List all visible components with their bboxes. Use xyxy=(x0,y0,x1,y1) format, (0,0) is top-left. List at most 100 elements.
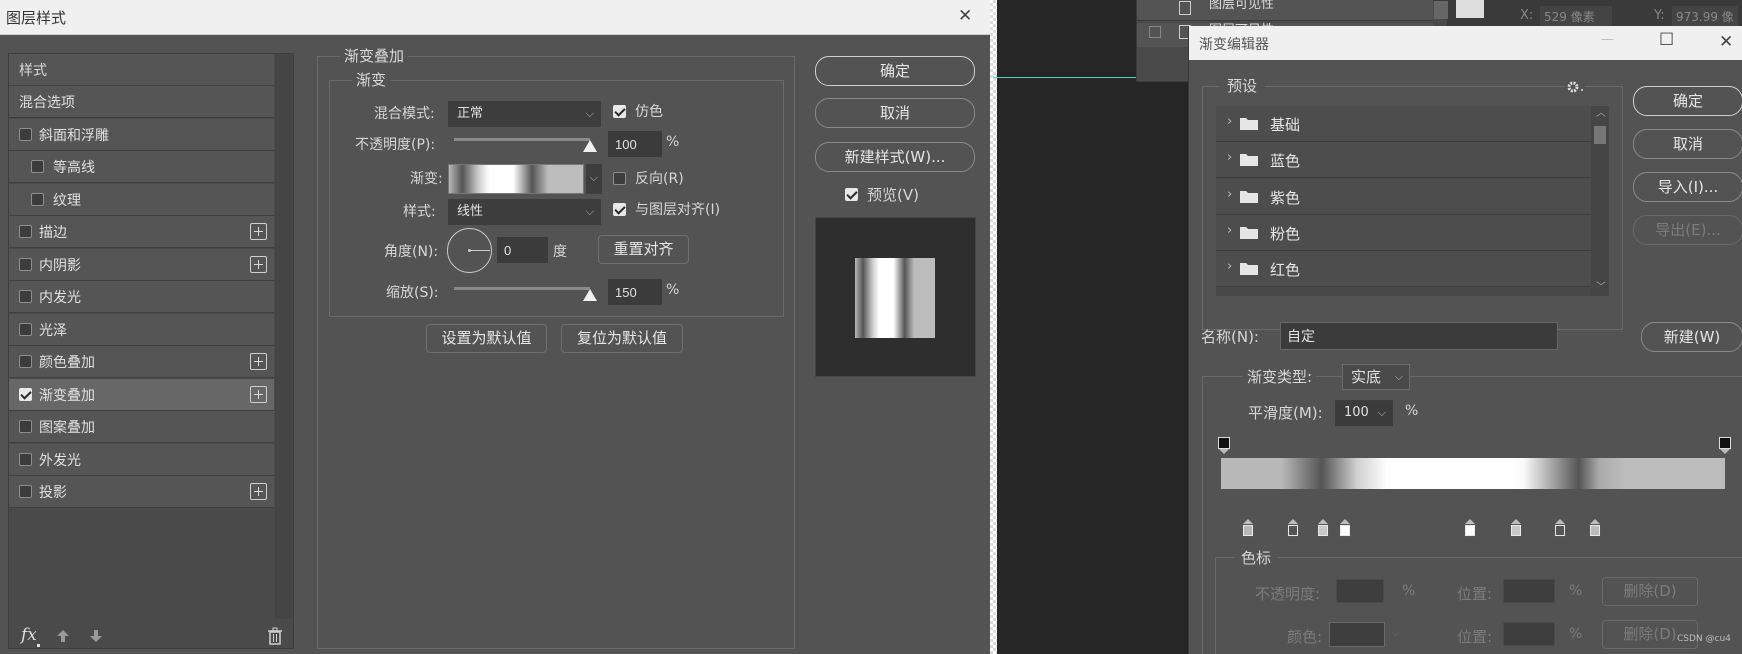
gradient-editor-titlebar[interactable]: 渐变编辑器 — ☐ ✕ xyxy=(1189,26,1742,60)
sidebar-item[interactable]: 光泽 xyxy=(9,313,274,346)
maximize-icon[interactable]: ☐ xyxy=(1659,30,1674,50)
color-stop[interactable] xyxy=(1554,519,1566,538)
scale-slider-track[interactable] xyxy=(454,287,590,290)
sidebar-item[interactable]: 投影 xyxy=(9,476,274,508)
presets-scroll-thumb[interactable] xyxy=(1594,126,1606,144)
close-icon[interactable]: ✕ xyxy=(1719,32,1733,52)
sidebar-item[interactable]: 外发光 xyxy=(9,443,274,476)
sidebar-item-checkbox[interactable] xyxy=(19,127,32,141)
sidebar-header[interactable]: 样式 xyxy=(9,54,274,86)
blend-mode-select[interactable]: 正常 ⌵ xyxy=(448,101,601,127)
chevron-down-icon[interactable]: ⌵ xyxy=(1391,626,1399,640)
reset-alignment-button[interactable]: 重置对齐 xyxy=(598,235,689,264)
arrow-up-icon[interactable] xyxy=(56,628,70,644)
color-stop[interactable] xyxy=(1464,519,1476,538)
color-stop[interactable] xyxy=(1339,519,1351,538)
angle-dial[interactable] xyxy=(447,228,492,273)
gradient-type-select[interactable]: 实底 ⌵ xyxy=(1342,364,1410,390)
sidebar-item[interactable]: 描边 xyxy=(9,216,274,248)
sidebar-item-checkbox[interactable] xyxy=(19,290,32,303)
sidebar-item-checkbox[interactable] xyxy=(19,322,32,336)
chevron-right-icon[interactable]: › xyxy=(1227,150,1232,165)
add-effect-icon[interactable] xyxy=(250,385,267,403)
color-stop[interactable] xyxy=(1510,519,1522,538)
sidebar-item-checkbox[interactable] xyxy=(19,257,32,271)
editor-ok-button[interactable]: 确定 xyxy=(1633,86,1742,116)
add-effect-icon[interactable] xyxy=(250,353,267,370)
color-stop[interactable] xyxy=(1589,519,1601,538)
sidebar-item-checkbox[interactable] xyxy=(19,485,32,498)
add-effect-icon[interactable] xyxy=(250,483,267,500)
chevron-right-icon[interactable]: › xyxy=(1227,259,1232,274)
make-default-button[interactable]: 设置为默认值 xyxy=(426,324,547,353)
name-input[interactable] xyxy=(1280,322,1558,350)
sidebar-item-checkbox[interactable] xyxy=(19,452,32,466)
minimize-icon[interactable]: — xyxy=(1601,32,1614,47)
chevron-right-icon[interactable]: › xyxy=(1227,223,1232,238)
layer-style-titlebar[interactable]: 图层样式 ✕ xyxy=(0,0,990,35)
chevron-down-icon[interactable]: ﹀ xyxy=(1596,278,1606,293)
close-icon[interactable]: ✕ xyxy=(958,6,972,26)
new-gradient-button[interactable]: 新建(W) xyxy=(1641,322,1742,352)
sidebar-item-checkbox[interactable] xyxy=(19,355,32,368)
scale-slider-handle[interactable] xyxy=(583,289,597,301)
sidebar-item-checkbox[interactable] xyxy=(19,420,32,433)
import-button[interactable]: 导入(I)... xyxy=(1633,172,1742,202)
opacity-stop[interactable] xyxy=(1218,437,1230,449)
sidebar-item[interactable]: 渐变叠加 xyxy=(9,378,274,411)
preset-folder[interactable]: › 粉色 xyxy=(1216,214,1591,251)
dither-checkbox[interactable] xyxy=(613,105,626,118)
preset-folder[interactable]: › 红色 xyxy=(1216,251,1591,288)
smoothness-select[interactable]: 100 ⌵ xyxy=(1335,400,1393,426)
sidebar-item[interactable]: 内发光 xyxy=(9,281,274,313)
stop-position-input[interactable] xyxy=(1503,579,1555,603)
align-with-layer-checkbox[interactable] xyxy=(613,203,626,216)
sidebar-item[interactable]: 颜色叠加 xyxy=(9,346,274,378)
sidebar-scrollbar[interactable] xyxy=(275,54,293,619)
preset-folder[interactable]: › 紫色 xyxy=(1216,178,1591,215)
sidebar-item[interactable]: 混合选项 xyxy=(9,86,274,118)
sidebar-item[interactable]: 内阴影 xyxy=(9,248,274,281)
editor-cancel-button[interactable]: 取消 xyxy=(1633,129,1742,159)
preset-folder[interactable]: › 蓝色 xyxy=(1216,142,1591,179)
stop-opacity-input[interactable] xyxy=(1336,579,1384,603)
presets-list[interactable]: › 基础 › 蓝色 › 紫色 › 粉色 › 红色 ︿ ﹀ xyxy=(1216,106,1609,296)
sidebar-item-checkbox[interactable] xyxy=(31,160,44,173)
style-select[interactable]: 线性 ⌵ xyxy=(448,199,601,225)
chevron-right-icon[interactable]: › xyxy=(1227,187,1232,202)
color-stop[interactable] xyxy=(1242,519,1254,538)
reset-to-default-button[interactable]: 复位为默认值 xyxy=(561,324,683,353)
ok-button[interactable]: 确定 xyxy=(815,56,975,86)
sidebar-item[interactable]: 图案叠加 xyxy=(9,411,274,443)
delete-opacity-stop-button[interactable]: 删除(D) xyxy=(1602,577,1698,606)
gradient-swatch[interactable] xyxy=(448,164,584,194)
chevron-right-icon[interactable]: › xyxy=(1227,114,1232,129)
stop-color-swatch[interactable] xyxy=(1329,622,1385,647)
gear-icon[interactable] xyxy=(1565,79,1585,95)
gradient-dropdown[interactable]: ⌵ xyxy=(586,164,602,194)
opacity-input[interactable] xyxy=(608,131,662,157)
color-position-input[interactable] xyxy=(1503,622,1555,646)
arrow-down-icon[interactable] xyxy=(89,628,103,644)
sidebar-item-checkbox[interactable] xyxy=(19,387,32,401)
add-effect-icon[interactable] xyxy=(250,255,267,273)
opacity-slider-track[interactable] xyxy=(454,138,590,141)
angle-input[interactable] xyxy=(497,237,548,263)
presets-scrollbar[interactable]: ︿ ﹀ xyxy=(1591,106,1609,296)
export-button[interactable]: 导出(E)... xyxy=(1633,215,1742,245)
add-effect-icon[interactable] xyxy=(250,223,267,240)
fx-icon[interactable]: fx xyxy=(21,625,37,645)
sidebar-item-checkbox[interactable] xyxy=(31,192,44,206)
cancel-button[interactable]: 取消 xyxy=(815,98,975,128)
sidebar-item[interactable]: 等高线 xyxy=(9,151,274,183)
scale-input[interactable] xyxy=(608,279,662,305)
preview-checkbox[interactable] xyxy=(845,188,858,201)
new-style-button[interactable]: 新建样式(W)... xyxy=(815,142,975,172)
opacity-slider-handle[interactable] xyxy=(583,140,597,152)
opacity-stop[interactable] xyxy=(1719,437,1731,449)
color-stop[interactable] xyxy=(1287,519,1299,538)
chevron-up-icon[interactable]: ︿ xyxy=(1596,104,1606,119)
preset-folder[interactable]: › 基础 xyxy=(1216,106,1591,142)
reverse-checkbox[interactable] xyxy=(613,172,626,185)
trash-icon[interactable] xyxy=(267,627,283,645)
